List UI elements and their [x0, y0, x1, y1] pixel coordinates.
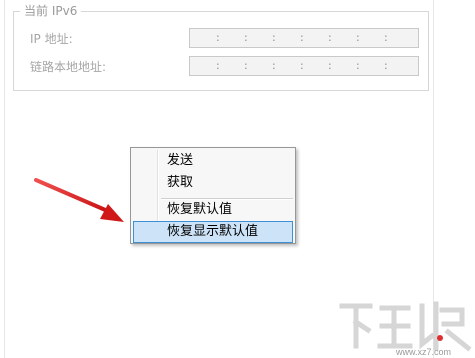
watermark-url: www.xz7.com: [396, 347, 452, 357]
